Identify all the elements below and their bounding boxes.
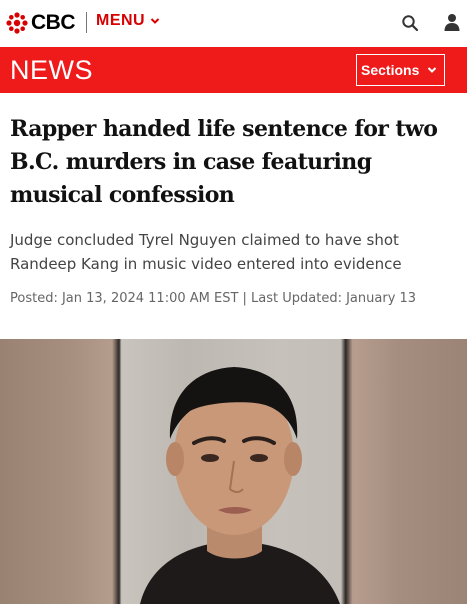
brand-name: CBC	[31, 11, 76, 34]
cbc-gem-logo	[6, 12, 28, 34]
menu-label: MENU	[96, 12, 146, 29]
cbc-logo[interactable]: CBC	[6, 11, 76, 35]
sections-label: Sections	[361, 62, 420, 78]
article-byline: Posted: Jan 13, 2024 11:00 AM EST | Last…	[10, 291, 417, 306]
article-headline: Rapper handed life sentence for two B.C.…	[10, 116, 438, 208]
sections-button[interactable]: Sections	[356, 54, 445, 86]
section-title[interactable]: NEWS	[10, 55, 93, 86]
mugshot-image	[140, 367, 340, 604]
article-deck: Judge concluded Tyrel Nguyen claimed to …	[10, 231, 402, 273]
section-bar: NEWS Sections	[0, 47, 467, 93]
search-icon[interactable]	[401, 14, 419, 32]
menu-button[interactable]: MENU	[96, 12, 160, 30]
chevron-down-icon	[150, 18, 160, 24]
chevron-down-icon	[428, 67, 437, 73]
header-divider	[86, 12, 87, 33]
top-navigation: CBC MENU	[0, 0, 467, 47]
user-icon[interactable]	[443, 13, 461, 31]
article-photo	[0, 339, 467, 604]
